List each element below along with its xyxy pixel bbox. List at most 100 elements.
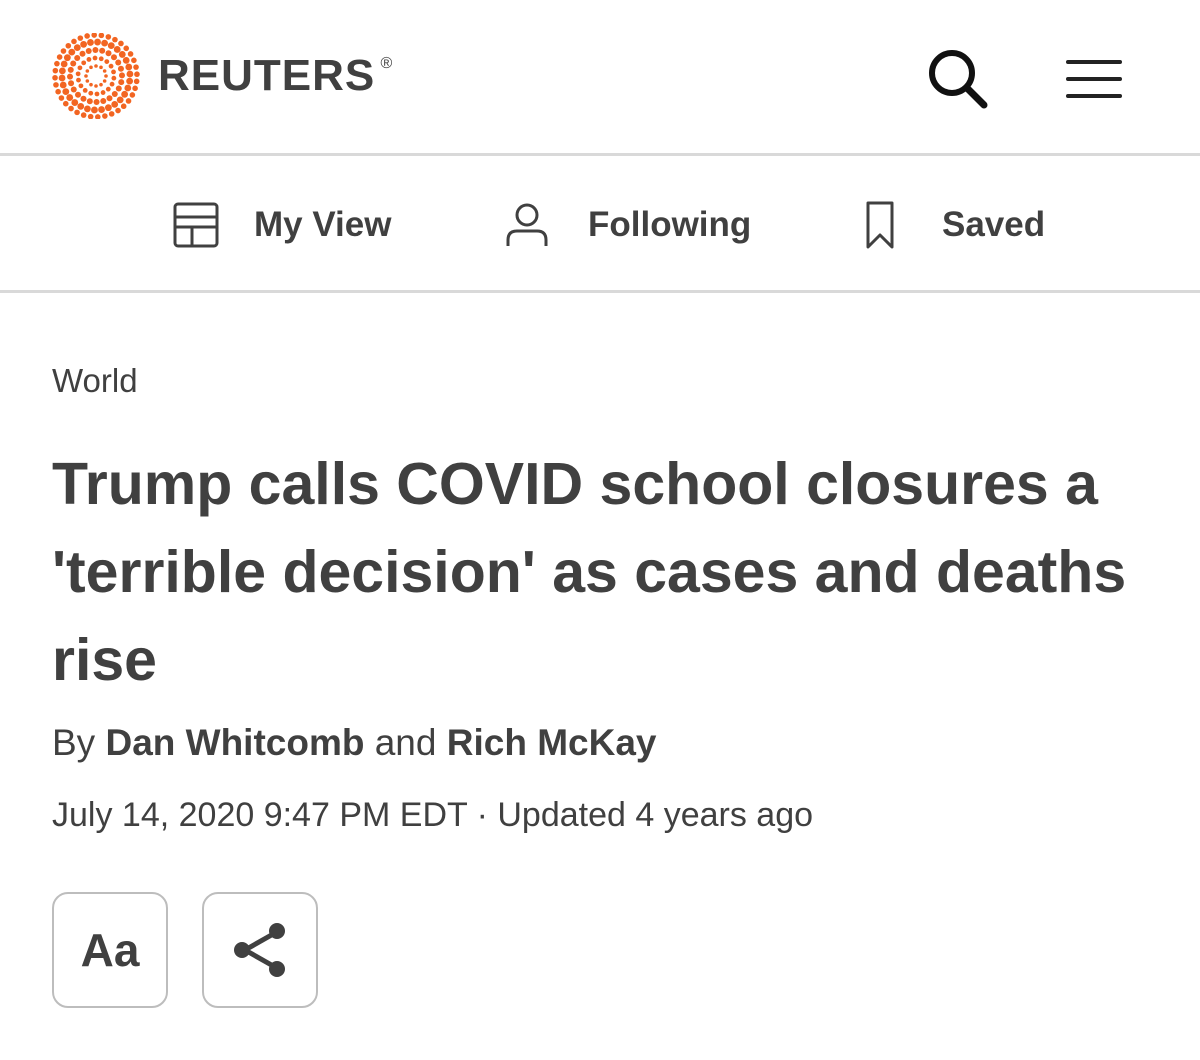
logo-dot: [56, 54, 63, 60]
logo-dot: [113, 46, 121, 53]
logo-dot: [68, 105, 74, 112]
logo-dot: [86, 98, 93, 105]
logo-dot: [92, 47, 99, 54]
text-size-label: Aa: [80, 924, 140, 976]
logo-dot: [121, 90, 129, 98]
logo-dot: [110, 54, 117, 61]
logo-dot: [52, 67, 59, 74]
logo-dot: [59, 81, 67, 89]
logo-dot: [84, 33, 90, 39]
nav-item-my-view[interactable]: My View: [172, 159, 391, 290]
logo-dot: [120, 103, 127, 110]
logo-dot: [125, 98, 132, 104]
logo-dot: [102, 79, 107, 83]
logo-dot: [75, 91, 82, 98]
logo-dot: [71, 38, 77, 45]
logo-dot: [85, 48, 92, 55]
logo-dot: [84, 74, 88, 78]
logo-dot: [89, 82, 93, 87]
bookmark-icon: [866, 201, 894, 248]
logo-dot: [74, 55, 81, 62]
logo-dot: [116, 96, 124, 104]
logo-dot: [132, 85, 138, 92]
logo-dot: [79, 50, 86, 57]
logo-dot: [92, 55, 98, 61]
logo-dot: [80, 112, 87, 118]
nav-item-following[interactable]: Following: [504, 159, 751, 290]
logo-dot: [98, 106, 105, 113]
registered-mark: ®: [380, 55, 394, 72]
person-icon: [506, 203, 548, 246]
logo-dot: [67, 73, 74, 80]
share-button[interactable]: [202, 892, 318, 1008]
hamburger-menu-icon: [1066, 60, 1122, 98]
logo-dot: [85, 79, 90, 83]
logo-dot: [115, 59, 122, 66]
logo-dot: [99, 47, 106, 54]
logo-dot: [122, 56, 130, 64]
logo-dot: [70, 86, 77, 93]
reuters-logo[interactable]: REUTERS ®: [48, 33, 394, 119]
logo-dot: [111, 69, 116, 75]
logo-dot: [62, 88, 70, 96]
logo-dot: [85, 69, 90, 73]
logo-dot: [74, 109, 80, 116]
search-button[interactable]: [920, 44, 996, 114]
byline-prefix: By: [52, 722, 106, 763]
logo-dot: [99, 65, 103, 70]
logo-dot: [94, 84, 98, 88]
logo-dot: [131, 57, 137, 64]
logo-dot: [104, 74, 108, 78]
logo-wordmark: REUTERS ®: [158, 51, 394, 100]
logo-dot: [60, 60, 68, 68]
nav-item-saved[interactable]: Saved: [862, 159, 1045, 290]
nav-label-saved: Saved: [942, 204, 1046, 244]
logo-dot: [100, 90, 106, 95]
logo-dot: [118, 51, 126, 58]
logo-dot: [77, 35, 84, 41]
logo-dot: [112, 36, 118, 43]
logo-dot: [89, 65, 93, 70]
logo-dot: [94, 114, 101, 119]
logo-dot: [104, 59, 110, 64]
layout-icon: [173, 202, 219, 247]
logo-dot: [93, 98, 100, 105]
nav-label-my-view: My View: [254, 204, 392, 244]
logo-dot: [87, 113, 94, 119]
logo-dot: [126, 70, 134, 78]
logo-dot: [105, 86, 111, 92]
logo-dot: [68, 80, 75, 87]
logo-dot: [118, 72, 125, 79]
logo-dot: [82, 88, 88, 93]
logo-dot: [111, 100, 119, 108]
logo-dot: [73, 44, 81, 52]
logo-dot: [98, 56, 104, 62]
logo-dot: [123, 45, 130, 52]
logo-dot: [105, 50, 112, 57]
logo-dot: [133, 78, 140, 85]
logo-dot: [67, 66, 74, 73]
menu-button[interactable]: [1056, 44, 1132, 114]
logo-dot: [94, 64, 98, 68]
search-icon: [929, 50, 988, 109]
logo-dot: [100, 97, 107, 104]
logo-dot: [62, 100, 69, 107]
logo-dot: [66, 94, 74, 101]
byline: By Dan Whitcomb and Rich McKay: [52, 722, 656, 764]
section-label[interactable]: World: [52, 362, 138, 400]
author-link[interactable]: Dan Whitcomb: [105, 722, 364, 763]
logo-dot: [102, 69, 107, 73]
logo-dot: [87, 39, 94, 46]
logo-dot: [94, 91, 100, 97]
text-size-button[interactable]: Aa: [52, 892, 168, 1008]
logo-dot: [102, 113, 108, 119]
share-icon: [234, 923, 285, 977]
dateline: July 14, 2020 9:47 PM EDT · Updated 4 ye…: [52, 796, 814, 834]
logo-dot: [115, 107, 121, 114]
logo-dot: [111, 90, 118, 97]
logo-dot: [91, 33, 98, 38]
logo-dot: [115, 85, 122, 92]
author-link[interactable]: Rich McKay: [447, 722, 657, 763]
logo-dot: [99, 82, 103, 87]
logo-dot: [117, 65, 124, 72]
